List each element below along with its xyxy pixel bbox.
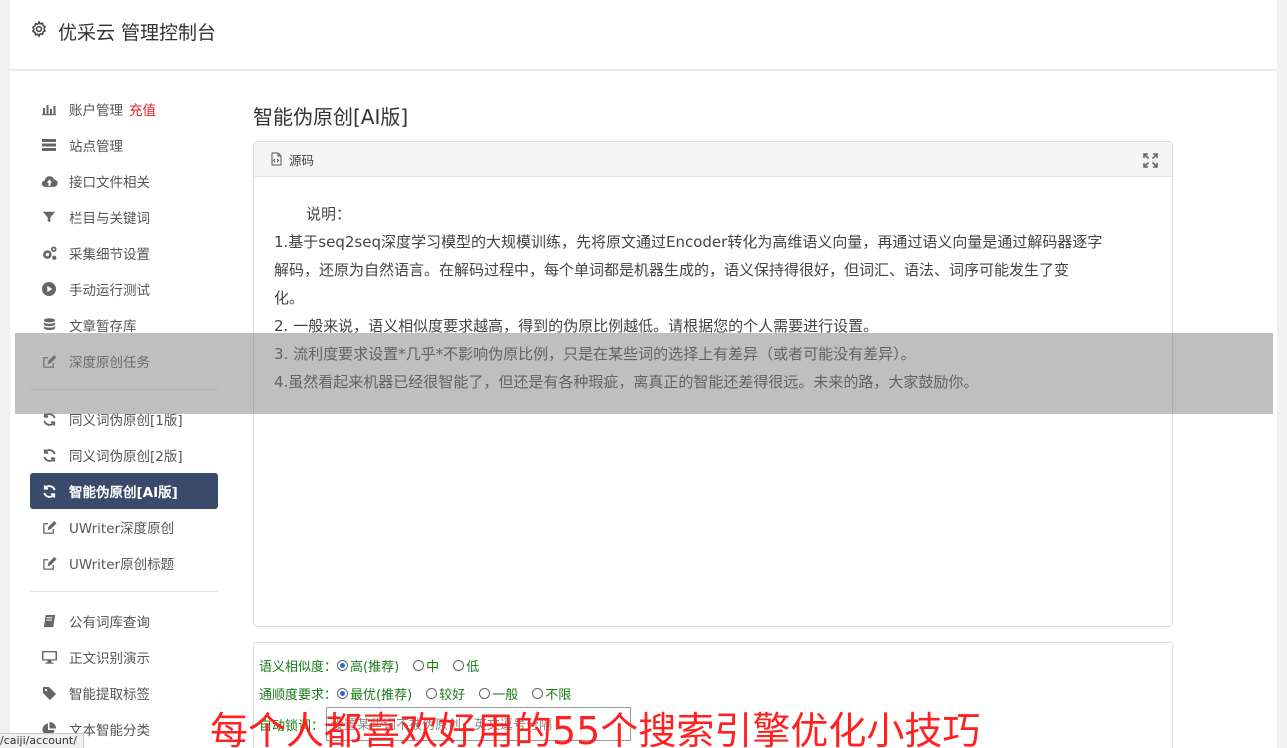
filter-icon: [40, 208, 58, 226]
monitor-icon: [40, 648, 58, 666]
page-title: 智能伪原创[AI版]: [253, 105, 409, 129]
sidebar-item-label: 接口文件相关: [69, 175, 150, 191]
sidebar-item[interactable]: 站点管理: [30, 127, 218, 163]
sidebar-item[interactable]: 智能提取标签: [30, 675, 218, 711]
sidebar-item-label: 公有词库查询: [69, 615, 150, 631]
database-icon: [40, 316, 58, 334]
fluency-row: 通顺度要求： 最优(推荐) 较好 一般 不限: [259, 679, 1167, 707]
panel-header: 源码: [254, 142, 1172, 177]
cloud-upload-icon: [40, 172, 58, 190]
fluency-option-any[interactable]: 不限: [532, 684, 571, 703]
radio-button[interactable]: [532, 687, 544, 699]
recharge-link[interactable]: 充值: [129, 99, 156, 119]
panel-header-label: 源码: [289, 152, 315, 168]
sidebar-item-label: 同义词伪原创[2版]: [69, 449, 183, 465]
bar-chart-icon: [40, 100, 58, 118]
cogs-icon: [40, 244, 58, 262]
sidebar-item[interactable]: 手动运行测试: [30, 271, 218, 307]
code-file-icon: [271, 152, 282, 166]
sidebar-divider: [30, 591, 218, 592]
sidebar-item[interactable]: 正文识别演示: [30, 639, 218, 675]
sidebar-item-label: UWriter深度原创: [69, 521, 175, 537]
sidebar-item[interactable]: 公有词库查询: [30, 603, 218, 639]
panel-line: 化。: [274, 289, 305, 307]
sidebar-item-label: 账户管理: [69, 103, 123, 119]
watermark-text: 每个人都喜欢好用的55个搜索引擎优化小技巧: [210, 709, 981, 748]
sidebar-item[interactable]: 栏目与关键词: [30, 199, 218, 235]
fluency-option-best[interactable]: 最优(推荐): [337, 684, 412, 703]
play-circle-icon: [40, 280, 58, 298]
edit-icon: [40, 518, 58, 536]
sidebar-item-label: 手动运行测试: [69, 283, 150, 299]
sidebar-item-label: 采集细节设置: [69, 247, 150, 263]
similarity-option-medium[interactable]: 中: [413, 656, 439, 675]
top-header: 优采云 管理控制台: [10, 0, 1277, 70]
refresh-icon: [40, 482, 58, 500]
gray-overlay-band: [15, 333, 1273, 414]
fluency-label: 通顺度要求：: [259, 687, 338, 703]
app-title: 优采云 管理控制台: [58, 22, 217, 44]
sidebar-item-label: 正文识别演示: [69, 651, 150, 667]
similarity-label: 语义相似度：: [259, 659, 338, 675]
panel-line: 说明：: [306, 205, 352, 223]
radio-button[interactable]: [337, 659, 349, 671]
sidebar-item[interactable]: UWriter原创标题: [30, 545, 218, 581]
sidebar-item[interactable]: 采集细节设置: [30, 235, 218, 271]
similarity-option-high[interactable]: 高(推荐): [337, 656, 399, 675]
sidebar-item-label: UWriter原创标题: [69, 557, 175, 573]
server-icon: [40, 136, 58, 154]
sidebar-item-label: 文章暂存库: [69, 319, 137, 335]
sidebar-item[interactable]: 接口文件相关: [30, 163, 218, 199]
sidebar-item[interactable]: UWriter深度原创: [30, 509, 218, 545]
sidebar-item-label: 智能伪原创[AI版]: [69, 485, 178, 501]
panel-line: 解码，还原为自然语言。在解码过程中，每个单词都是机器生成的，语义保持得很好，但词…: [274, 261, 1070, 279]
gear-icon: [32, 20, 46, 38]
panel-line: 1.基于seq2seq深度学习模型的大规模训练，先将原文通过Encoder转化为…: [274, 233, 1103, 251]
similarity-row: 语义相似度： 高(推荐) 中 低: [259, 651, 1167, 679]
sidebar-item[interactable]: 账户管理 充值: [30, 91, 218, 127]
sidebar-nav: 账户管理充值站点管理接口文件相关栏目与关键词采集细节设置手动运行测试文章暂存库深…: [30, 91, 218, 747]
sidebar-item[interactable]: 同义词伪原创[2版]: [30, 437, 218, 473]
status-bar-url: /caiji/account/: [0, 733, 84, 748]
sidebar-item[interactable]: 智能伪原创[AI版]: [30, 473, 218, 509]
radio-button[interactable]: [413, 659, 425, 671]
radio-button[interactable]: [337, 687, 349, 699]
book-icon: [40, 612, 58, 630]
radio-button[interactable]: [479, 687, 491, 699]
fullscreen-icon[interactable]: [1143, 153, 1158, 168]
sidebar-item-label: 栏目与关键词: [69, 211, 150, 227]
sidebar-item-label: 智能提取标签: [69, 687, 150, 703]
edit-icon: [40, 554, 58, 572]
refresh-icon: [40, 446, 58, 464]
sidebar-item-label: 站点管理: [69, 139, 123, 155]
main-content: 智能伪原创[AI版] 源码 说明： 1.基于seq2seq深度学习模型的大规模训…: [253, 91, 1173, 748]
similarity-option-low[interactable]: 低: [453, 656, 479, 675]
tag-icon: [40, 684, 58, 702]
radio-button[interactable]: [426, 687, 438, 699]
fluency-option-normal[interactable]: 一般: [479, 684, 518, 703]
radio-button[interactable]: [453, 659, 465, 671]
fluency-option-good[interactable]: 较好: [426, 684, 465, 703]
